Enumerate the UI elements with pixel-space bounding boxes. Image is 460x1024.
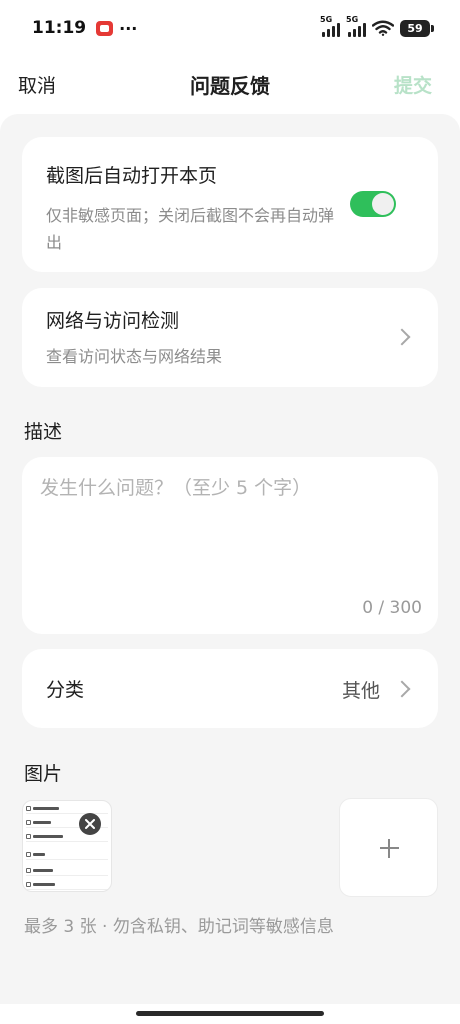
toggle-knob	[372, 193, 394, 215]
category-value: 其他	[341, 680, 380, 702]
auto-open-toggle[interactable]	[350, 191, 396, 217]
images-label: 图片	[24, 763, 63, 785]
status-bar: 11:19 ··· 5G 5G 59	[0, 0, 460, 56]
description-label: 描述	[24, 421, 63, 443]
add-image-button[interactable]	[339, 798, 438, 897]
category-label: 分类	[46, 679, 85, 701]
network-type-label-2: 5G	[346, 15, 359, 24]
submit-button[interactable]: 提交	[394, 71, 432, 98]
status-left: 11:19 ···	[32, 18, 137, 38]
cellular-signal-icon: 5G	[320, 15, 340, 37]
network-type-label: 5G	[320, 15, 333, 24]
description-card: 0 / 300	[22, 457, 438, 634]
char-counter: 0 / 300	[362, 598, 422, 618]
images-note: 最多 3 张 · 勿含私钥、助记词等敏感信息	[24, 917, 334, 937]
description-input[interactable]	[40, 477, 420, 499]
status-right: 5G 5G 59	[320, 15, 434, 37]
battery-icon: 59	[400, 19, 434, 37]
auto-open-card: 截图后自动打开本页 仅非敏感页面；关闭后截图不会再自动弹出	[22, 137, 438, 272]
auto-open-subtitle: 仅非敏感页面；关闭后截图不会再自动弹出	[46, 206, 335, 252]
network-check-row[interactable]: 网络与访问检测 查看访问状态与网络结果	[22, 288, 438, 387]
page-title: 问题反馈	[190, 73, 270, 98]
screen-record-icon	[96, 20, 114, 36]
nav-bar: 取消 问题反馈 提交	[0, 56, 460, 112]
cancel-button[interactable]: 取消	[18, 71, 56, 98]
status-time: 11:19	[32, 18, 87, 38]
network-check-title: 网络与访问检测	[46, 310, 180, 332]
feedback-form: 截图后自动打开本页 仅非敏感页面；关闭后截图不会再自动弹出 网络与访问检测 查看…	[0, 114, 460, 1004]
auto-open-title: 截图后自动打开本页	[46, 165, 218, 187]
home-indicator[interactable]	[136, 1011, 324, 1016]
image-thumbnail[interactable]	[22, 800, 112, 892]
remove-image-button[interactable]	[79, 813, 101, 835]
more-notifications-icon: ···	[119, 18, 138, 38]
chevron-right-icon	[393, 680, 411, 698]
cellular-signal-icon-2: 5G	[346, 15, 366, 37]
network-check-subtitle: 查看访问状态与网络结果	[46, 347, 223, 366]
category-row[interactable]: 分类 其他	[22, 649, 438, 728]
close-icon	[85, 819, 95, 829]
wifi-icon	[372, 20, 394, 36]
battery-level: 59	[407, 21, 423, 35]
